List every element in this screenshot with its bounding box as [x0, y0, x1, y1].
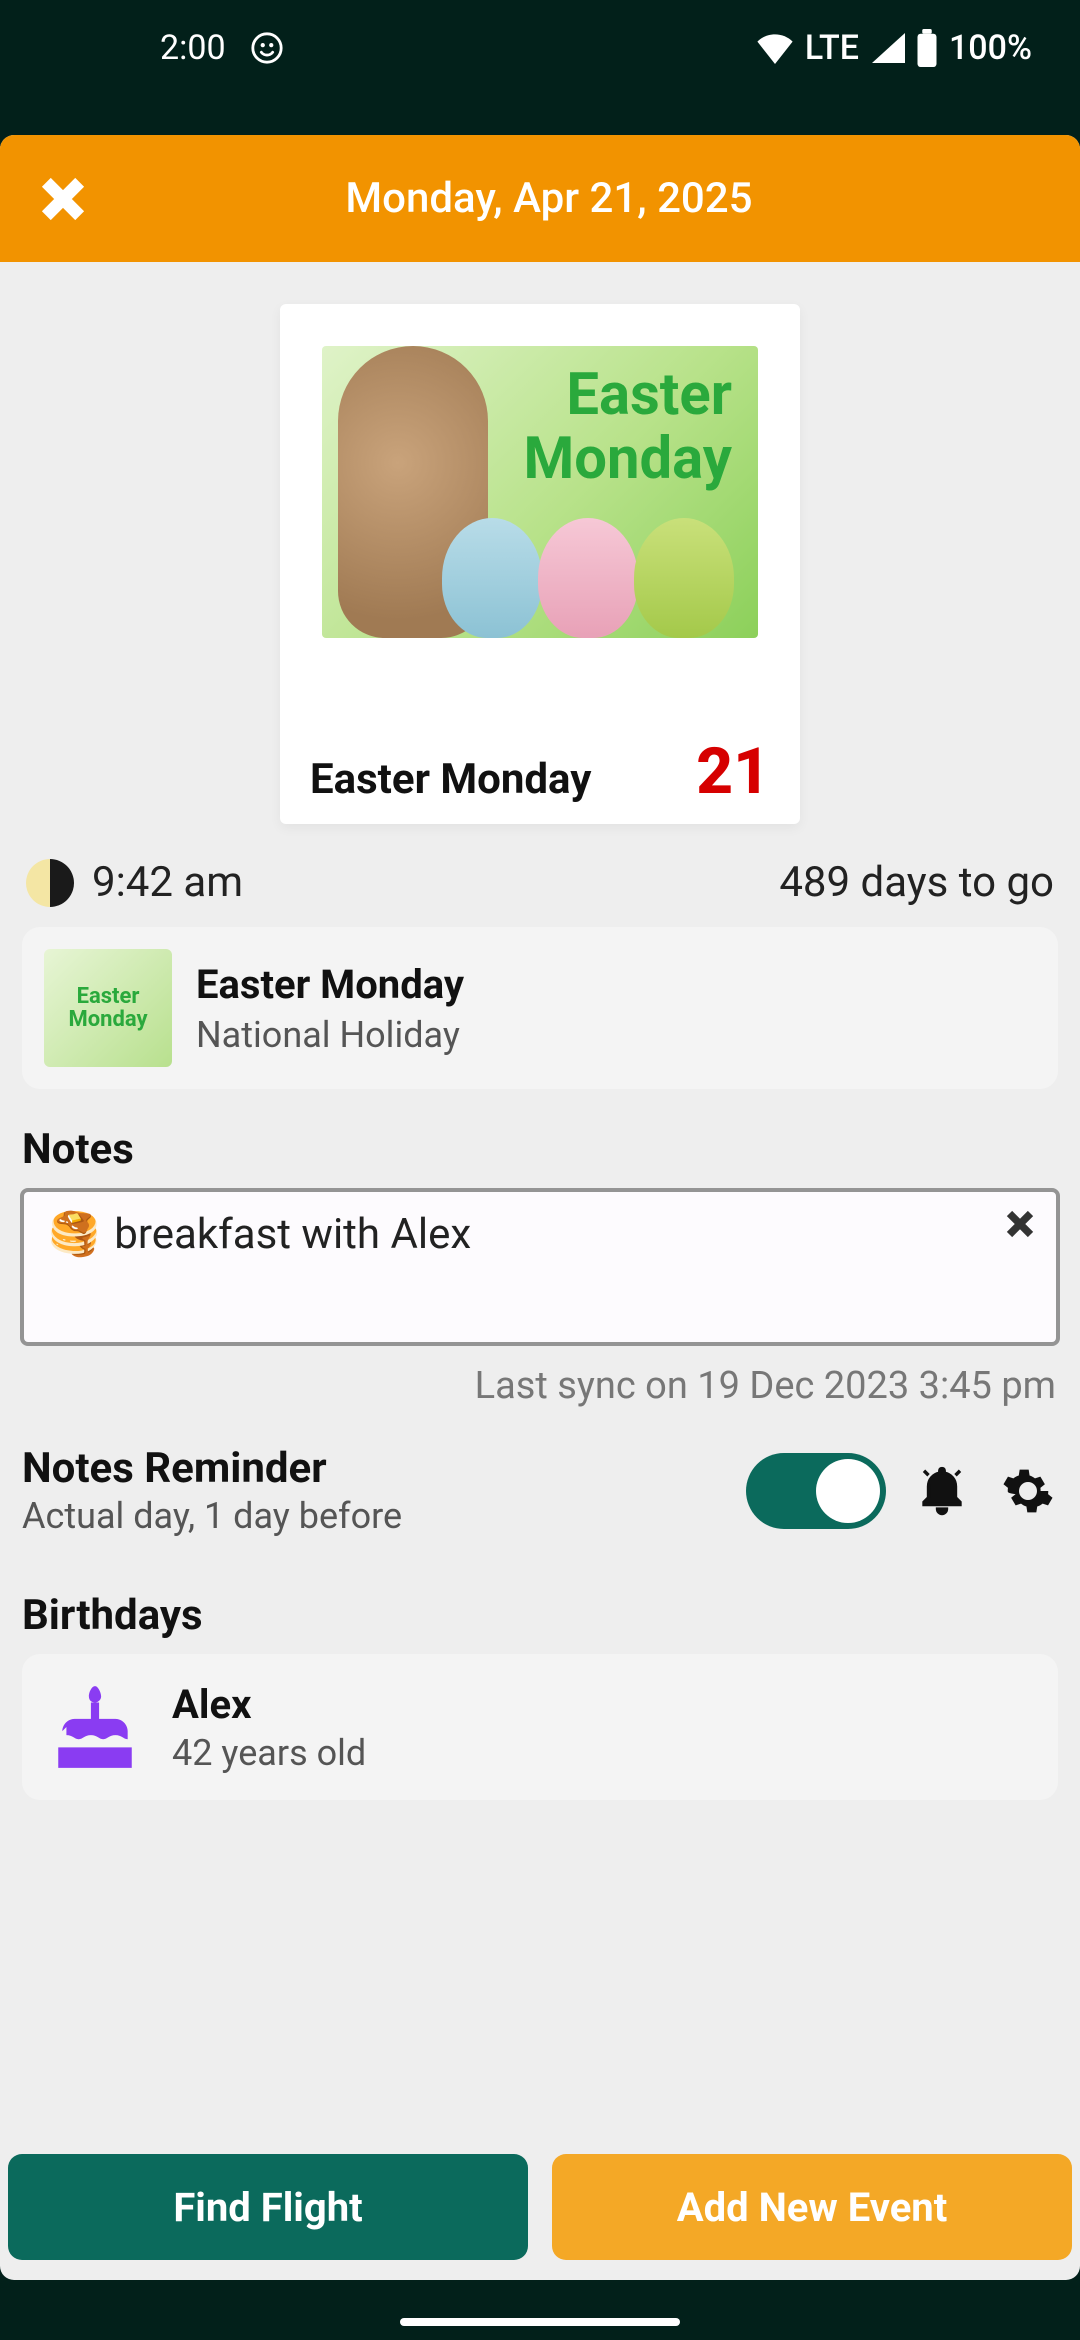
- bell-icon: [915, 1464, 969, 1518]
- battery-label: 100%: [949, 28, 1032, 68]
- birthday-card[interactable]: Alex 42 years old: [22, 1654, 1058, 1800]
- notes-reminder-row: Notes Reminder Actual day, 1 day before: [0, 1408, 1080, 1555]
- hero-card[interactable]: Easter Monday Easter Monday 21: [280, 304, 800, 824]
- hero-image: Easter Monday: [322, 346, 758, 638]
- moon-phase-icon: [26, 859, 74, 907]
- close-icon: [1002, 1206, 1038, 1242]
- network-label: LTE: [805, 28, 859, 68]
- close-icon: [38, 174, 88, 224]
- notification-dot-icon: [250, 31, 284, 65]
- notes-input[interactable]: 🥞 breakfast with Alex: [20, 1188, 1060, 1346]
- pancakes-icon: 🥞: [48, 1210, 100, 1259]
- hero-day-number: 21: [696, 740, 770, 804]
- holiday-title: Easter Monday: [196, 961, 464, 1008]
- alarm-button[interactable]: [912, 1461, 972, 1521]
- header-bar: Monday, Apr 21, 2025: [0, 135, 1080, 262]
- birthday-name: Alex: [172, 1681, 366, 1728]
- clear-note-button[interactable]: [1002, 1206, 1038, 1246]
- find-flight-button[interactable]: Find Flight: [8, 2154, 528, 2260]
- reminder-toggle[interactable]: [746, 1453, 886, 1529]
- reminder-settings-button[interactable]: [998, 1461, 1058, 1521]
- hero-image-text: Easter Monday: [524, 364, 733, 492]
- birthdays-section-title: Birthdays: [0, 1555, 1080, 1654]
- gear-icon: [1001, 1464, 1055, 1518]
- signal-icon: [869, 32, 905, 64]
- days-remaining: 489 days to go: [779, 858, 1054, 907]
- home-indicator[interactable]: [400, 2318, 680, 2326]
- holiday-card[interactable]: Easter Monday Easter Monday National Hol…: [22, 927, 1058, 1089]
- status-time: 2:00: [160, 28, 226, 68]
- hero-holiday-name: Easter Monday: [310, 755, 591, 804]
- reminder-title: Notes Reminder: [22, 1444, 720, 1493]
- bottom-action-bar: Find Flight Add New Event: [8, 2154, 1072, 2260]
- moonrise-time: 9:42 am: [92, 858, 243, 907]
- notes-section-title: Notes: [0, 1089, 1080, 1188]
- notes-text: breakfast with Alex: [114, 1210, 471, 1259]
- birthday-cake-icon: [46, 1678, 144, 1776]
- battery-icon: [915, 29, 939, 67]
- app-panel: Monday, Apr 21, 2025 Easter Monday Easte…: [0, 135, 1080, 2280]
- wifi-icon: [755, 32, 795, 64]
- birthday-age: 42 years old: [172, 1732, 366, 1774]
- holiday-thumbnail: Easter Monday: [44, 949, 172, 1067]
- add-new-event-button[interactable]: Add New Event: [552, 2154, 1072, 2260]
- close-button[interactable]: [18, 154, 108, 244]
- last-sync-text: Last sync on 19 Dec 2023 3:45 pm: [0, 1346, 1080, 1408]
- header-title: Monday, Apr 21, 2025: [108, 174, 990, 223]
- status-bar: 2:00 LTE 100%: [0, 0, 1080, 95]
- day-info-row: 9:42 am 489 days to go: [0, 824, 1080, 927]
- reminder-subtitle: Actual day, 1 day before: [22, 1495, 720, 1537]
- holiday-subtitle: National Holiday: [196, 1014, 464, 1056]
